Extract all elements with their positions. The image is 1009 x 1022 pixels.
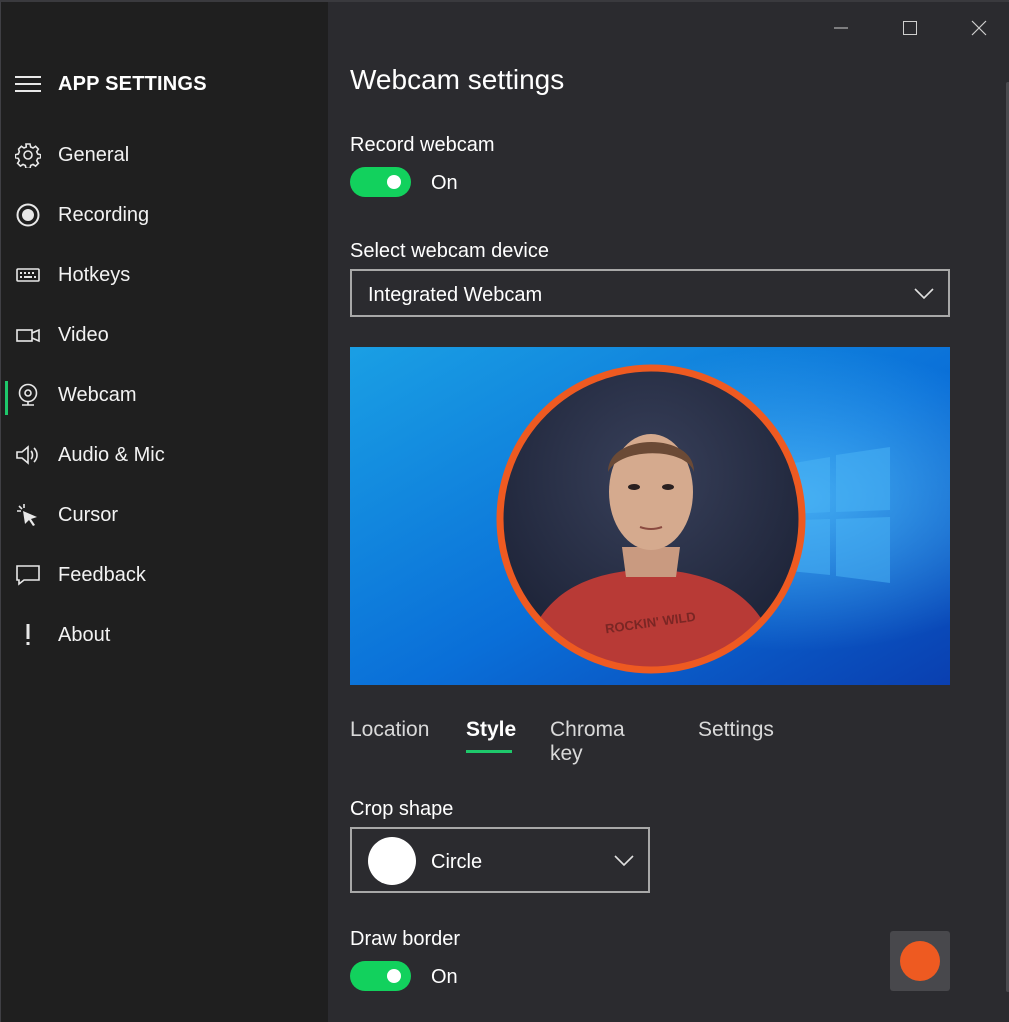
cursor-icon xyxy=(15,502,41,528)
webcam-device-dropdown[interactable]: Integrated Webcam xyxy=(350,269,950,317)
sidebar-item-label: Webcam xyxy=(58,383,137,406)
circle-shape-icon xyxy=(368,837,416,885)
exclamation-icon xyxy=(15,622,41,648)
toggle-knob xyxy=(387,969,401,983)
keyboard-icon xyxy=(15,262,41,288)
sidebar-item-about[interactable]: About xyxy=(1,605,328,665)
speech-bubble-icon xyxy=(15,562,41,588)
webcam-preview: ROCKIN' WILD xyxy=(350,347,950,685)
record-webcam-state: On xyxy=(431,172,458,194)
sidebar: APP SETTINGS General Recording Hotkeys V… xyxy=(1,2,328,1022)
gear-icon xyxy=(15,142,41,168)
webcam-icon xyxy=(15,382,41,408)
crop-shape-label: Crop shape xyxy=(350,798,454,820)
minimize-icon xyxy=(834,27,848,29)
record-webcam-toggle[interactable] xyxy=(350,167,411,197)
draw-border-state: On xyxy=(431,966,458,988)
sidebar-item-label: Cursor xyxy=(58,503,119,526)
sidebar-item-label: Video xyxy=(58,323,109,346)
sidebar-item-label: Audio & Mic xyxy=(58,443,165,466)
app-window: APP SETTINGS General Recording Hotkeys V… xyxy=(0,0,1009,1022)
video-camera-icon xyxy=(15,322,41,348)
chevron-down-icon xyxy=(614,855,634,867)
sidebar-item-label: Hotkeys xyxy=(58,263,131,286)
sidebar-item-feedback[interactable]: Feedback xyxy=(1,545,328,605)
sidebar-item-webcam[interactable]: Webcam xyxy=(1,365,328,425)
hamburger-menu-icon[interactable] xyxy=(15,76,41,92)
sidebar-item-audio-mic[interactable]: Audio & Mic xyxy=(1,425,328,485)
select-webcam-device-label: Select webcam device xyxy=(350,240,549,262)
border-color-dot xyxy=(900,941,940,981)
sidebar-item-label: Recording xyxy=(58,203,150,226)
tab-style[interactable]: Style xyxy=(466,718,516,742)
webcam-preview-image: ROCKIN' WILD xyxy=(350,347,950,685)
record-icon xyxy=(15,202,41,228)
app-settings-title: APP SETTINGS xyxy=(58,72,207,95)
sidebar-item-label: General xyxy=(58,143,130,166)
draw-border-label: Draw border xyxy=(350,928,461,950)
chevron-down-icon xyxy=(914,288,934,300)
main-panel: Webcam settings Record webcam On Select … xyxy=(328,2,1009,1022)
sidebar-nav: General Recording Hotkeys Video Webcam A… xyxy=(1,125,328,665)
active-tab-indicator xyxy=(466,750,512,753)
crop-shape-value: Circle xyxy=(431,851,483,873)
tab-chroma-key[interactable]: Chroma key xyxy=(550,718,625,766)
border-color-picker[interactable] xyxy=(890,931,950,991)
sidebar-item-cursor[interactable]: Cursor xyxy=(1,485,328,545)
sidebar-item-hotkeys[interactable]: Hotkeys xyxy=(1,245,328,305)
toggle-knob xyxy=(387,175,401,189)
tab-settings[interactable]: Settings xyxy=(698,718,774,742)
close-icon xyxy=(971,20,987,36)
sidebar-item-video[interactable]: Video xyxy=(1,305,328,365)
close-button[interactable] xyxy=(956,10,1002,46)
webcam-device-value: Integrated Webcam xyxy=(368,284,543,306)
maximize-button[interactable] xyxy=(887,10,933,46)
draw-border-toggle[interactable] xyxy=(350,961,411,991)
crop-shape-dropdown[interactable]: Circle xyxy=(350,827,650,893)
tab-location[interactable]: Location xyxy=(350,718,429,742)
sidebar-header: APP SETTINGS xyxy=(15,68,207,100)
page-title: Webcam settings xyxy=(350,64,565,95)
sidebar-item-label: Feedback xyxy=(58,563,146,586)
sidebar-item-label: About xyxy=(58,623,111,646)
sidebar-item-general[interactable]: General xyxy=(1,125,328,185)
minimize-button[interactable] xyxy=(818,10,864,46)
speaker-icon xyxy=(15,442,41,468)
record-webcam-label: Record webcam xyxy=(350,134,495,156)
sidebar-item-recording[interactable]: Recording xyxy=(1,185,328,245)
maximize-icon xyxy=(903,21,917,35)
